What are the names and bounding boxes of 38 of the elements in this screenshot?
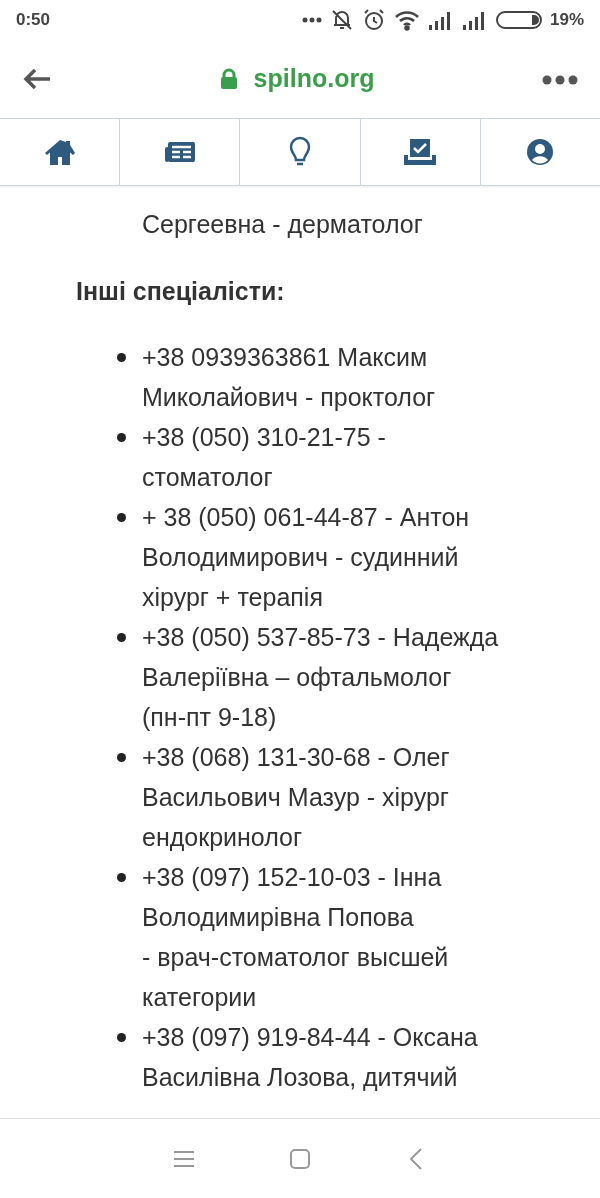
back-icon (409, 1146, 423, 1171)
list-item-text: +38 (050) 537-85-73 - Надежда Валеріївна – офтальмолог (пн-пт 9-18) (142, 622, 500, 733)
list-item-text: + 38 (050) 061-44-87 - Антон Володимирович - судинний хірург + терапія (142, 502, 471, 613)
list-item-text: Сергеевна - дерматолог (142, 209, 424, 240)
list-item-text: +38 (050) 310-21-75 - стоматолог (142, 422, 387, 493)
list-item-text: +38 0939363861 Максим Миколайович - проктолог (142, 342, 437, 413)
mute-icon (329, 8, 354, 32)
url-text[interactable]: spilno.org (253, 60, 375, 98)
bullet-icon (117, 433, 126, 442)
bullet-icon (117, 873, 126, 882)
more-icon (542, 74, 578, 85)
list-item-text: +38 (068) 131-30-68 - Олег Васильович Мазур - хірург ендокринолог (142, 742, 451, 853)
bullet-icon (117, 753, 126, 762)
section-heading: Інші спеціалісти: (76, 276, 286, 307)
battery-text: 19% (549, 9, 584, 32)
newspaper-icon (163, 140, 196, 164)
square-icon (289, 1147, 311, 1170)
nav-tab[interactable] (359, 119, 480, 185)
list-item-text: +38 (097) 152-10-03 - Інна Володимирівна Попова - врач-стоматолог высшей категории (142, 862, 450, 1013)
list-item-text: +38 (097) 919-84-44 - Оксана Василівна Лозова, дитячий (142, 1022, 479, 1093)
more-icon (301, 17, 322, 23)
bullet-icon (117, 1033, 126, 1042)
bullet-icon (117, 513, 126, 522)
bullet-icon (117, 633, 126, 642)
home-icon (43, 138, 76, 166)
nav-tab[interactable] (479, 119, 600, 185)
wifi-icon (393, 9, 420, 31)
back-button[interactable] (22, 66, 52, 92)
nav-tab[interactable] (119, 119, 240, 185)
battery-icon (495, 10, 542, 30)
bullet-icon (117, 353, 126, 362)
menu-icon (172, 1148, 196, 1169)
lightbulb-icon (289, 136, 311, 168)
clock-text: 0:50 (16, 9, 51, 32)
user-icon (526, 138, 555, 166)
nav-tab[interactable] (0, 119, 120, 185)
back-icon (22, 67, 52, 92)
ballot-box-icon (403, 138, 438, 166)
